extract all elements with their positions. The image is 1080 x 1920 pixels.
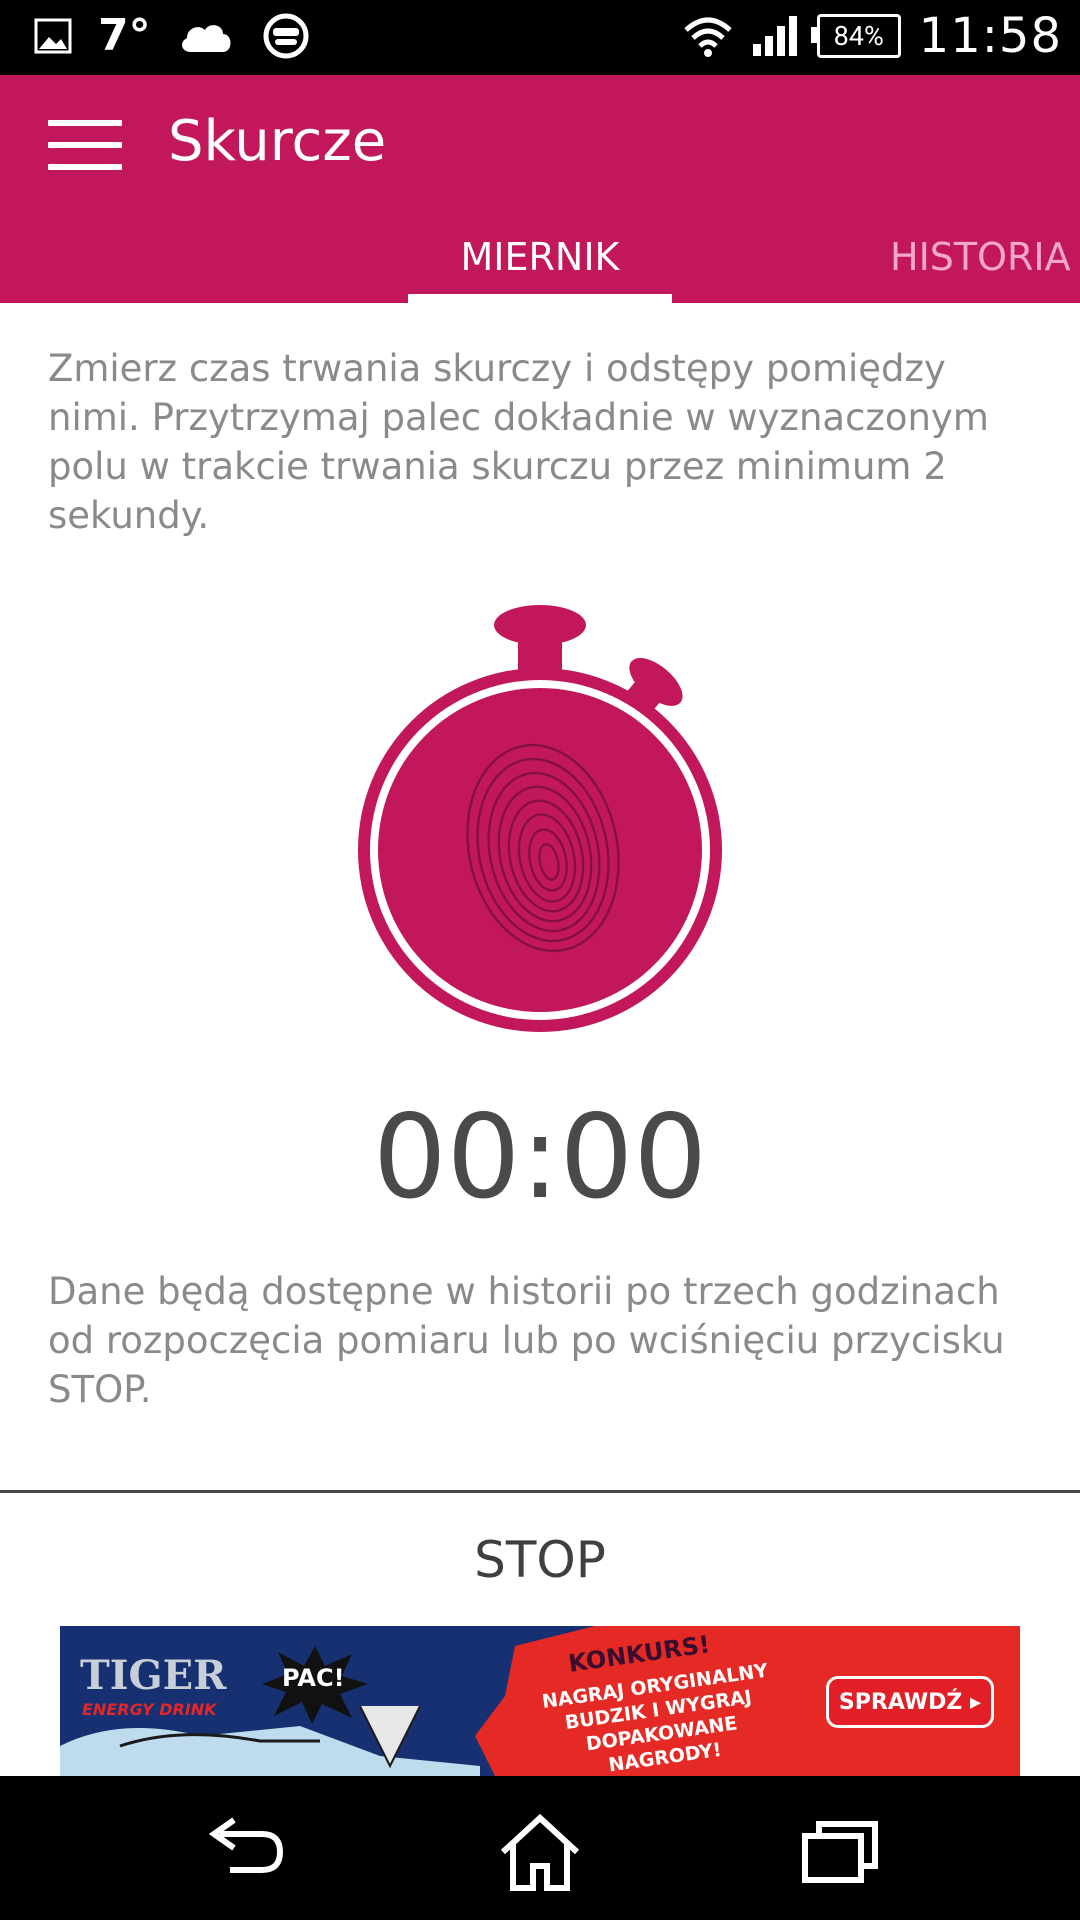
cloud-icon bbox=[181, 24, 231, 52]
ad-cta-button[interactable]: SPRAWDŹ ▸ bbox=[826, 1676, 994, 1728]
temperature-text: 7° bbox=[98, 10, 151, 61]
page-title: Skurcze bbox=[168, 109, 387, 174]
status-bar-left: 7° bbox=[34, 10, 311, 61]
app-bar: Skurcze MIERNIK HISTORIA bbox=[0, 75, 1080, 303]
ad-brand: TIGER bbox=[80, 1652, 227, 1699]
active-tab-indicator bbox=[408, 294, 672, 303]
navigation-bar bbox=[0, 1776, 1080, 1920]
stop-button[interactable]: STOP bbox=[0, 1500, 1080, 1620]
tab-miernik-label: MIERNIK bbox=[460, 235, 620, 279]
battery-icon: 84% bbox=[810, 14, 901, 58]
back-icon[interactable] bbox=[200, 1812, 290, 1892]
voicemail-icon bbox=[263, 13, 309, 58]
hamburger-menu-icon[interactable] bbox=[48, 120, 122, 170]
stopwatch-fingerprint-icon[interactable] bbox=[355, 600, 735, 1040]
wifi-icon bbox=[683, 17, 732, 57]
ad-pac-text: PAC! bbox=[282, 1664, 345, 1692]
status-bar-right: 84% 11:58 bbox=[683, 8, 1062, 64]
clock-time: 11:58 bbox=[918, 8, 1062, 64]
timer-display: 00:00 bbox=[372, 1090, 708, 1225]
home-icon[interactable] bbox=[495, 1812, 585, 1892]
info-text: Dane będą dostępne w historii po trzech … bbox=[48, 1270, 1005, 1411]
tab-miernik[interactable]: MIERNIK bbox=[408, 235, 672, 303]
divider bbox=[0, 1490, 1080, 1493]
recents-icon[interactable] bbox=[795, 1812, 885, 1892]
stop-button-label: STOP bbox=[474, 1531, 606, 1589]
signal-icon bbox=[752, 16, 797, 56]
status-bar: 7° 84% 11:58 bbox=[0, 0, 1080, 75]
tab-historia[interactable]: HISTORIA bbox=[890, 235, 1071, 279]
battery-percent: 84% bbox=[833, 20, 884, 52]
ad-banner[interactable]: TIGER ENERGY DRINK PAC! KONKURS! NAGRAJ … bbox=[60, 1626, 1020, 1776]
tab-historia-label: HISTORIA bbox=[890, 235, 1071, 279]
instructions-text: Zmierz czas trwania skurczy i odstępy po… bbox=[48, 347, 989, 537]
gallery-icon bbox=[34, 18, 72, 53]
